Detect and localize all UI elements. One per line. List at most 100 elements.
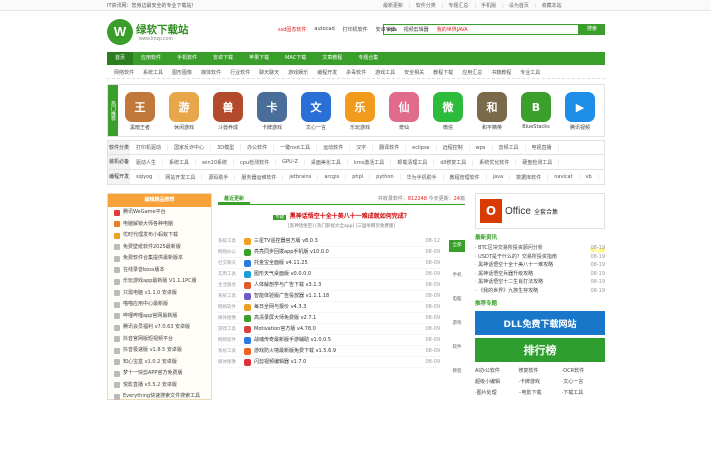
tool-link[interactable]: ·文心一言: [562, 378, 605, 385]
update-row[interactable]: 游戏工具 Motivation官方版 v4.78.0 08-09: [218, 324, 440, 335]
pick-item[interactable]: 腾讯会员福利 v7.0.63 安卓版: [108, 322, 211, 334]
office-banner[interactable]: O Office 全套合集: [475, 193, 605, 229]
row-title[interactable]: 闪剪视频编辑器 v1.7.0: [254, 357, 420, 368]
tag-link[interactable]: phpl: [346, 174, 371, 180]
tool-link[interactable]: AI办公软件: [475, 367, 518, 374]
pick-item[interactable]: 悦影直播 v3.5.2 安卓版: [108, 380, 211, 392]
pick-item[interactable]: 在线录音boss版本: [108, 265, 211, 277]
update-row[interactable]: 系统工具 游戏防火墙最新版免费下载 v1.5.6.9 08-09: [218, 346, 440, 357]
tool-link[interactable]: 修复软件: [518, 367, 561, 374]
tag-link[interactable]: 硬盘检测工具: [516, 158, 560, 166]
filter-tab[interactable]: 软件: [449, 336, 465, 360]
subnav-item[interactable]: 聊天聊天: [259, 68, 279, 78]
top-link[interactable]: 收藏本站: [535, 2, 562, 9]
top-link[interactable]: 软件分类: [409, 2, 436, 9]
tool-link[interactable]: ·下载工具: [562, 389, 605, 396]
ranking-banner[interactable]: 排行榜: [475, 338, 605, 362]
hot-keyword[interactable]: 打印机软件: [343, 26, 368, 33]
subnav-item[interactable]: 游戏工具: [375, 68, 395, 78]
news-item[interactable]: · 黑神话悟空十全十美八十一难攻略 08-19: [475, 261, 605, 270]
tool-link[interactable]: ·卡牌游戏: [518, 378, 561, 385]
hot-keyword[interactable]: 安卓字体: [376, 26, 396, 33]
nav-item[interactable]: 专题合集: [350, 52, 386, 65]
hot-keyword[interactable]: autocad: [314, 26, 334, 33]
tag-link[interactable]: 远程控制: [437, 144, 470, 151]
headline-link[interactable]: 黑神话悟空十全十美八十一难成就如何完成？: [290, 213, 410, 220]
update-row[interactable]: 网络软件 每日全网与报价 v4.3.3 08-09: [218, 302, 440, 313]
tag-link[interactable]: 打印机驱动: [130, 144, 169, 151]
subnav-item[interactable]: 网络软件: [114, 68, 134, 78]
row-title[interactable]: 图形天气桌面版 v0.0.0.0: [254, 269, 420, 280]
hot-keyword[interactable]: ssd固态软件: [278, 26, 306, 33]
subnav-item[interactable]: 安全相关: [404, 68, 424, 78]
update-row[interactable]: 系统工具 智能体验版广告投放器 v1.1.1.18 08-09: [218, 291, 440, 302]
row-title[interactable]: 三星TV遥控器官方版 v8.0.3: [254, 236, 420, 247]
row-title[interactable]: 智能体验版广告投放器 v1.1.1.18: [254, 291, 420, 302]
app-tile[interactable]: 文文心一言: [294, 85, 338, 136]
subnav-item[interactable]: 书籍教程: [491, 68, 511, 78]
pick-item[interactable]: 抖音极速版 v1.8.5 安卓版: [108, 345, 211, 357]
tag-link[interactable]: python: [370, 174, 401, 180]
row-title[interactable]: 亮亮同步回拨app手机版 v10.0.0: [254, 247, 420, 258]
pick-item[interactable]: 腾讯WeGame平台: [108, 207, 211, 219]
row-title[interactable]: 游戏防火墙最新版免费下载 v1.5.6.9: [254, 346, 420, 357]
tool-link[interactable]: ·OCR软件: [562, 367, 605, 374]
nav-item[interactable]: 手机软件: [169, 52, 205, 65]
subnav-item[interactable]: 游戏娱乐: [288, 68, 308, 78]
tool-link[interactable]: ··电影下载: [518, 389, 561, 396]
row-title[interactable]: Motivation官方版 v4.78.0: [254, 324, 420, 335]
pick-item[interactable]: Everything快速搜索文件搜索工具: [108, 391, 211, 403]
tag-link[interactable]: navicat: [548, 174, 580, 180]
nav-item[interactable]: 文章教程: [314, 52, 350, 65]
tag-link[interactable]: 驱动人生: [130, 158, 164, 166]
tag-link[interactable]: 翻译软件: [373, 144, 407, 151]
pick-item[interactable]: 电脑解锁大师各种电脑: [108, 219, 211, 231]
tag-link[interactable]: sqlyog: [130, 174, 160, 180]
row-title[interactable]: 每日全网与报价 v4.3.3: [254, 302, 420, 313]
pick-item[interactable]: 哔哩哔哩app官网最新版: [108, 311, 211, 323]
nav-item[interactable]: MAC下载: [277, 52, 314, 65]
tag-link[interactable]: GPU-Z: [276, 159, 305, 165]
row-title[interactable]: 战魂传奇最新版手游辅助 v1.0.0.5: [254, 335, 420, 346]
subnav-item[interactable]: 媒体软件: [201, 68, 221, 78]
tag-link[interactable]: 华为手机助手: [401, 173, 444, 181]
tag-link[interactable]: win10系统: [196, 158, 235, 166]
search-button[interactable]: 搜索: [579, 24, 605, 35]
pick-item[interactable]: 喵喵应用中心最新版: [108, 299, 211, 311]
tag-link[interactable]: 国家反诈中心: [168, 144, 212, 151]
filter-tab[interactable]: 教程: [449, 360, 465, 384]
subnav-item[interactable]: 编程开发: [317, 68, 337, 78]
tag-link[interactable]: 3D模型: [211, 144, 242, 151]
tag-link[interactable]: java: [487, 174, 511, 180]
tag-link[interactable]: 音频工具: [493, 144, 526, 151]
pick-item[interactable]: 乐玩游戏app最新版 V1.1.1PC版: [108, 276, 211, 288]
tag-link[interactable]: 办公软件: [241, 144, 275, 151]
subnav-item[interactable]: 教程下载: [433, 68, 453, 78]
pick-item[interactable]: 免费软件合集提供最新版本: [108, 253, 211, 265]
tag-link[interactable]: 卸载清理工具: [391, 158, 435, 166]
tag-link[interactable]: 电视直播: [526, 144, 559, 151]
update-row[interactable]: 实用工具 图形天气桌面版 v0.0.0.0 08-09: [218, 269, 440, 280]
tool-link[interactable]: 超级小编辑: [475, 378, 518, 385]
hot-keyword[interactable]: 视频剪辑器: [404, 26, 429, 33]
filter-tab[interactable]: 全部: [449, 240, 465, 252]
update-row[interactable]: 媒体图像 高清录屏大师免费版 v2.7.1 08-09: [218, 313, 440, 324]
tag-link[interactable]: 系统工具: [163, 158, 197, 166]
site-logo[interactable]: W 绿软下载站 www.lrnzp.com: [107, 19, 207, 47]
tag-link[interactable]: 桌面美化工具: [305, 158, 348, 166]
tag-link[interactable]: vb: [580, 174, 599, 180]
tag-link[interactable]: 汉字: [350, 144, 374, 151]
tag-link[interactable]: 源码助手: [202, 173, 236, 181]
nav-item[interactable]: 安卓下载: [205, 52, 241, 65]
nav-item[interactable]: 应用软件: [133, 52, 169, 65]
tag-link[interactable]: 数据库软件: [510, 173, 549, 181]
tag-link[interactable]: 教程管理软件: [444, 173, 487, 181]
top-link[interactable]: 手机版: [474, 2, 496, 9]
app-tile[interactable]: 和和平精英: [470, 85, 514, 136]
news-item[interactable]: · 黑神话悟空兵器升级攻略 08-19: [475, 270, 605, 279]
pick-item[interactable]: 优时代理发布小蚂蚁下载: [108, 230, 211, 242]
pick-item[interactable]: 知心宝盒 v1.0.2 安卓版: [108, 357, 211, 369]
update-row[interactable]: 社交聊天 托金宝全面版 v4.11.25 08-09: [218, 258, 440, 269]
row-title[interactable]: 高清录屏大师免费版 v2.7.1: [254, 313, 420, 324]
tag-link[interactable]: kms激活工具: [348, 158, 392, 166]
